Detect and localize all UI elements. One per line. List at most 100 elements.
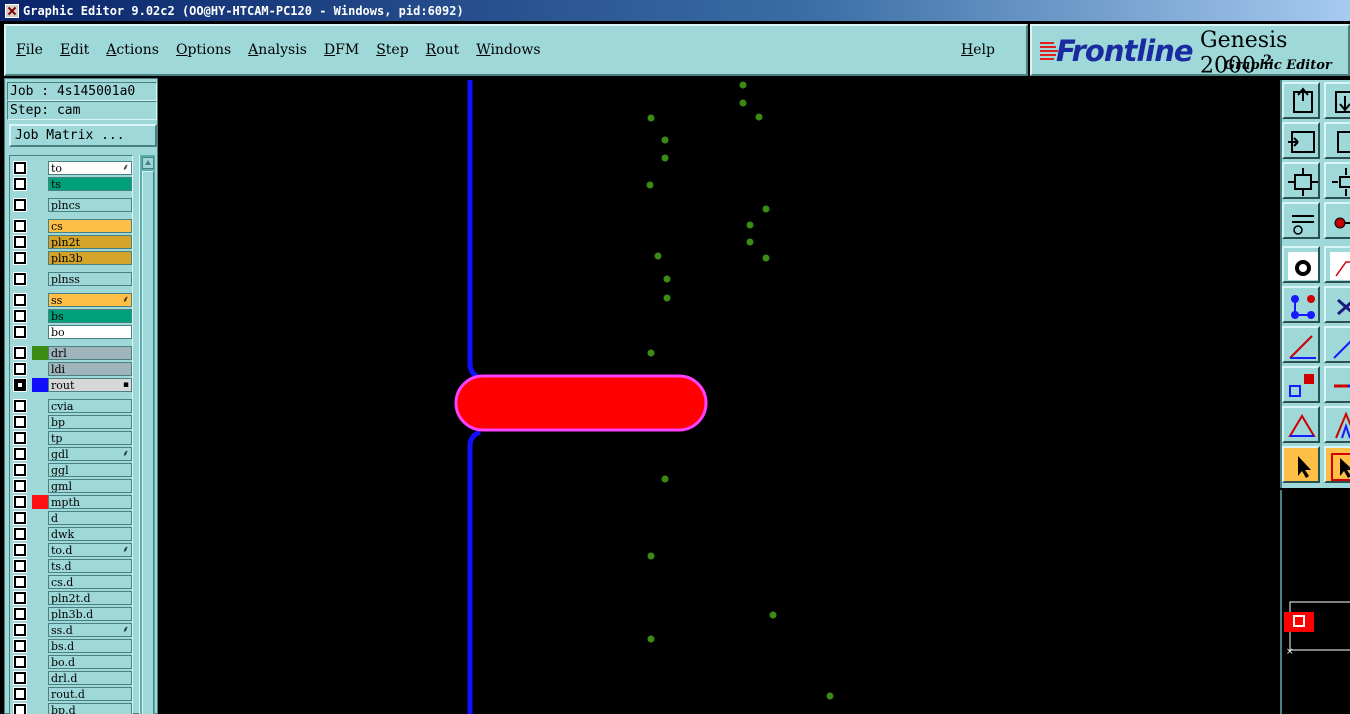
layer-row-rout[interactable]: rout ▪ (12, 378, 132, 392)
layer-row-bs-d[interactable]: bs.d (12, 639, 132, 653)
layer-name[interactable]: ss.d ⸙ (48, 623, 132, 637)
layer-checkbox[interactable] (13, 703, 27, 714)
layer-row-pln2t[interactable]: pln2t (12, 235, 132, 249)
layer-name[interactable]: drl (48, 346, 132, 360)
layer-checkbox[interactable] (13, 527, 27, 541)
layer-checkbox[interactable] (13, 639, 27, 653)
menu-edit[interactable]: Edit (60, 42, 89, 58)
layer-name[interactable]: to ⸙ (48, 161, 132, 175)
layer-checkbox[interactable] (13, 495, 27, 509)
menu-dfm[interactable]: DFM (324, 42, 359, 58)
layer-list-scrollbar[interactable] (139, 155, 155, 714)
layer-name[interactable]: d (48, 511, 132, 525)
layer-name[interactable]: rout ▪ (48, 378, 132, 392)
layer-name[interactable]: bo (48, 325, 132, 339)
pad-add-tool-button[interactable] (1282, 366, 1320, 403)
layer-row-bo[interactable]: bo (12, 325, 132, 339)
layer-row-ts-d[interactable]: ts.d (12, 559, 132, 573)
layer-name[interactable]: cvia (48, 399, 132, 413)
layer-name[interactable]: rout.d (48, 687, 132, 701)
triangle-alt-tool-button[interactable] (1324, 406, 1350, 443)
layer-name[interactable]: ts (48, 177, 132, 191)
layer-name[interactable]: pln3b.d (48, 607, 132, 621)
layer-name[interactable]: ggl (48, 463, 132, 477)
scroll-thumb[interactable] (142, 171, 154, 714)
layer-checkbox[interactable] (13, 161, 27, 175)
layer-row-drl-d[interactable]: drl.d (12, 671, 132, 685)
polygon-tool-button[interactable] (1324, 246, 1350, 283)
menu-rout[interactable]: Rout (426, 42, 460, 58)
layer-checkbox[interactable] (13, 447, 27, 461)
fit-screen-alt-tool-button[interactable] (1324, 162, 1350, 199)
angle-alt-tool-button[interactable] (1324, 326, 1350, 363)
layer-checkbox[interactable] (13, 463, 27, 477)
layer-name[interactable]: dwk (48, 527, 132, 541)
layer-row-ts[interactable]: ts (12, 177, 132, 191)
layer-row-cs[interactable]: cs (12, 219, 132, 233)
layer-checkbox[interactable] (13, 479, 27, 493)
pointer-alt-tool-button[interactable] (1324, 446, 1350, 483)
layer-name[interactable]: ldi (48, 362, 132, 376)
layer-row-cvia[interactable]: cvia (12, 399, 132, 413)
layer-checkbox[interactable] (13, 362, 27, 376)
layer-checkbox[interactable] (13, 431, 27, 445)
layer-name[interactable]: ss ⸙ (48, 293, 132, 307)
menu-file[interactable]: File (16, 42, 43, 58)
zoom-in-tool-button[interactable] (1282, 122, 1320, 159)
layer-checkbox[interactable] (13, 219, 27, 233)
layer-name[interactable]: tp (48, 431, 132, 445)
layer-row-bs[interactable]: bs (12, 309, 132, 323)
layer-row-ss-d[interactable]: ss.d ⸙ (12, 623, 132, 637)
layer-name[interactable]: bp (48, 415, 132, 429)
menu-windows[interactable]: Windows (476, 42, 540, 58)
zoom-home-alt-tool-button[interactable] (1324, 82, 1350, 119)
line-add-tool-button[interactable] (1324, 366, 1350, 403)
layer-name[interactable]: gdl ⸙ (48, 447, 132, 461)
layer-checkbox[interactable] (13, 607, 27, 621)
layer-row-to-d[interactable]: to.d ⸙ (12, 543, 132, 557)
snap-tool-button[interactable] (1324, 202, 1350, 239)
layer-name[interactable]: to.d ⸙ (48, 543, 132, 557)
layer-name[interactable]: plncs (48, 198, 132, 212)
graphic-canvas[interactable] (158, 80, 1280, 714)
layer-checkbox[interactable] (13, 591, 27, 605)
net-tool-button[interactable] (1282, 286, 1320, 323)
layer-row-pln2t-d[interactable]: pln2t.d (12, 591, 132, 605)
zoom-in-alt-tool-button[interactable] (1324, 122, 1350, 159)
layer-checkbox[interactable] (13, 346, 27, 360)
layer-row-gdl[interactable]: gdl ⸙ (12, 447, 132, 461)
layer-row-bp[interactable]: bp (12, 415, 132, 429)
layer-checkbox[interactable] (13, 399, 27, 413)
layer-name[interactable]: gml (48, 479, 132, 493)
layer-name[interactable]: bo.d (48, 655, 132, 669)
layer-name[interactable]: ts.d (48, 559, 132, 573)
layer-checkbox[interactable] (13, 293, 27, 307)
layer-row-bo-d[interactable]: bo.d (12, 655, 132, 669)
zoom-home-tool-button[interactable] (1282, 82, 1320, 119)
layer-checkbox[interactable] (13, 272, 27, 286)
layer-checkbox[interactable] (13, 511, 27, 525)
angle-tool-button[interactable] (1282, 326, 1320, 363)
triangle-tool-button[interactable] (1282, 406, 1320, 443)
layer-name[interactable]: pln2t.d (48, 591, 132, 605)
menu-options[interactable]: Options (176, 42, 231, 58)
layer-row-plnss[interactable]: plnss (12, 272, 132, 286)
layer-row-gml[interactable]: gml (12, 479, 132, 493)
layer-row-plncs[interactable]: plncs (12, 198, 132, 212)
layer-row-ggl[interactable]: ggl (12, 463, 132, 477)
layer-row-drl[interactable]: drl (12, 346, 132, 360)
layer-name[interactable]: pln2t (48, 235, 132, 249)
layer-name[interactable]: drl.d (48, 671, 132, 685)
layer-checkbox[interactable] (13, 623, 27, 637)
menu-analysis[interactable]: Analysis (248, 42, 307, 58)
layer-checkbox[interactable] (13, 543, 27, 557)
layer-row-mpth[interactable]: mpth (12, 495, 132, 509)
layer-name[interactable]: plnss (48, 272, 132, 286)
layer-row-dwk[interactable]: dwk (12, 527, 132, 541)
layer-row-cs-d[interactable]: cs.d (12, 575, 132, 589)
pointer-tool-button[interactable] (1282, 446, 1320, 483)
layer-name[interactable]: cs.d (48, 575, 132, 589)
layer-checkbox[interactable] (13, 671, 27, 685)
layer-row-to[interactable]: to ⸙ (12, 161, 132, 175)
layer-checkbox[interactable] (13, 575, 27, 589)
